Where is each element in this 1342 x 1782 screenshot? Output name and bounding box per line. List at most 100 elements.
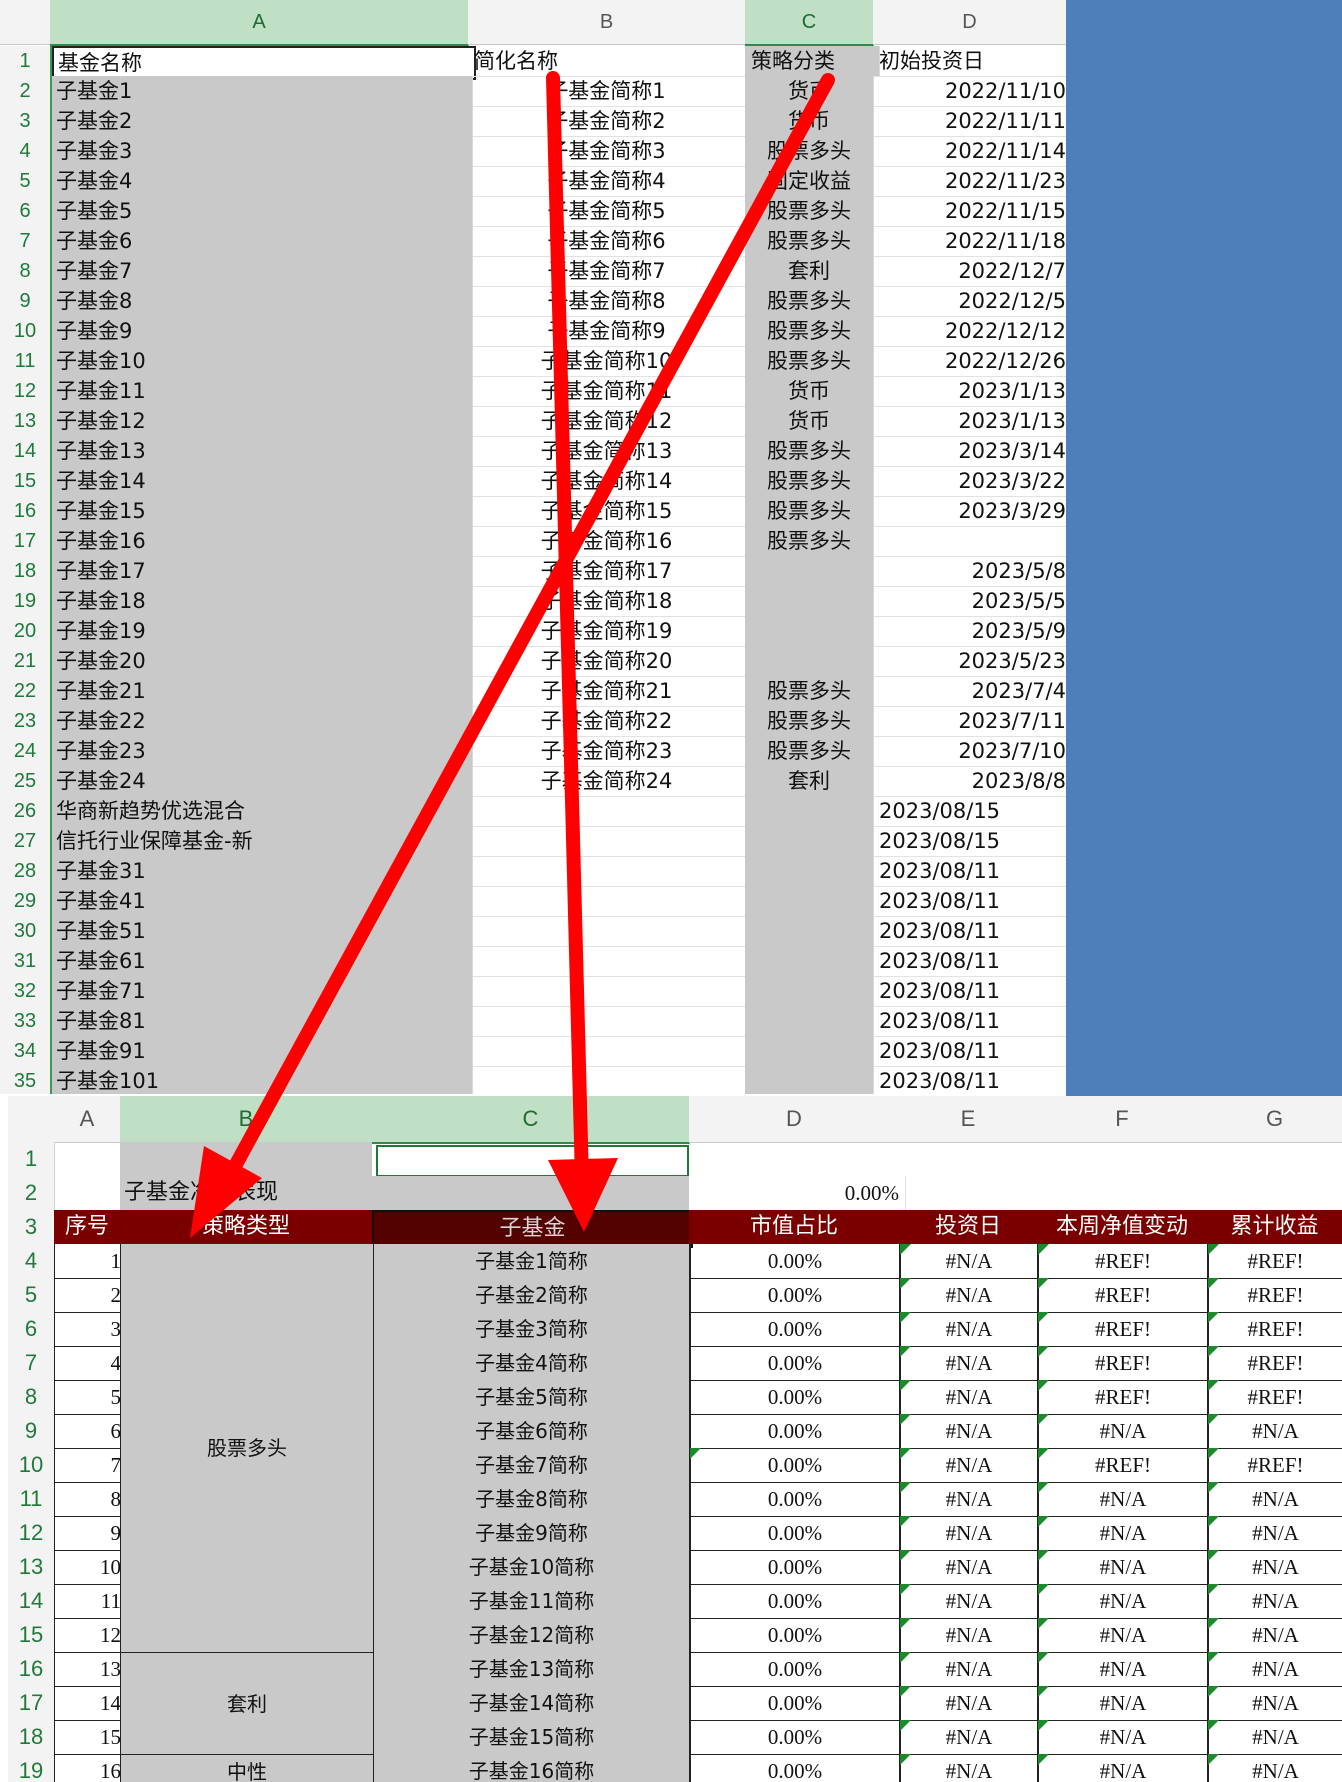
date-cell[interactable]: #N/A: [899, 1618, 1039, 1653]
cell-date[interactable]: 2023/5/8: [873, 556, 1066, 587]
header-cell-date[interactable]: 初始投资日: [873, 46, 1066, 77]
cell-name[interactable]: 子基金21: [52, 676, 473, 707]
row-header[interactable]: 29: [0, 886, 52, 917]
cell-date[interactable]: 2023/08/11: [873, 916, 1066, 947]
cell-name[interactable]: 华商新趋势优选混合: [52, 796, 473, 827]
header-fund[interactable]: 子基金: [372, 1210, 693, 1248]
cell-name[interactable]: 子基金20: [52, 646, 473, 677]
week-cell[interactable]: #REF!: [1037, 1244, 1209, 1279]
cell-date[interactable]: 2023/3/29: [873, 496, 1066, 527]
cell-short[interactable]: 子基金简称20: [468, 646, 746, 677]
cell-strategy[interactable]: [745, 1066, 874, 1094]
seq-cell[interactable]: 8: [54, 1482, 128, 1517]
cell-strategy[interactable]: 套利: [745, 256, 874, 287]
weight-cell[interactable]: 0.00%: [689, 1346, 901, 1381]
lower-row-header[interactable]: 14: [8, 1584, 55, 1619]
cell-strategy[interactable]: 股票多头: [745, 736, 874, 767]
week-cell[interactable]: #N/A: [1037, 1652, 1209, 1687]
cell-date[interactable]: 2023/08/11: [873, 946, 1066, 977]
fund-cell[interactable]: 子基金8简称: [372, 1482, 691, 1517]
weight-cell[interactable]: 0.00%: [689, 1278, 901, 1313]
cell-strategy[interactable]: 股票多头: [745, 346, 874, 377]
cell-short[interactable]: [468, 1006, 746, 1037]
week-cell[interactable]: #REF!: [1037, 1312, 1209, 1347]
cell-short[interactable]: 子基金简称12: [468, 406, 746, 437]
lower-column-header-a[interactable]: A: [54, 1096, 121, 1143]
lower-row-header[interactable]: 5: [8, 1278, 55, 1313]
cell-name[interactable]: 子基金19: [52, 616, 473, 647]
cell-strategy[interactable]: [745, 1006, 874, 1037]
cell-short[interactable]: [468, 976, 746, 1007]
week-cell[interactable]: #N/A: [1037, 1550, 1209, 1585]
lower-title[interactable]: 子基金净值表现: [120, 1176, 376, 1210]
header-cum[interactable]: 累计收益: [1207, 1210, 1342, 1244]
cell-c2[interactable]: [372, 1176, 689, 1210]
lower-row-header[interactable]: 4: [8, 1244, 55, 1279]
lower-row-header[interactable]: 15: [8, 1618, 55, 1653]
cell-name[interactable]: 子基金22: [52, 706, 473, 737]
row-header[interactable]: 35: [0, 1066, 52, 1094]
cell-name[interactable]: 子基金41: [52, 886, 473, 917]
weight-cell[interactable]: 0.00%: [689, 1312, 901, 1347]
cell-short[interactable]: [468, 1066, 746, 1094]
lower-row-header[interactable]: 10: [8, 1448, 55, 1483]
row-header[interactable]: 20: [0, 616, 52, 647]
cum-cell[interactable]: #REF!: [1207, 1380, 1342, 1415]
cell-date[interactable]: 2023/7/4: [873, 676, 1066, 707]
cell-strategy[interactable]: [745, 1036, 874, 1067]
weight-cell[interactable]: 0.00%: [689, 1584, 901, 1619]
cell-strategy[interactable]: 股票多头: [745, 136, 874, 167]
cum-cell[interactable]: #N/A: [1207, 1686, 1342, 1721]
cell-strategy[interactable]: 货币: [745, 376, 874, 407]
weight-cell[interactable]: 0.00%: [689, 1754, 901, 1782]
cell-name[interactable]: 子基金3: [52, 136, 473, 167]
row-header[interactable]: 31: [0, 946, 52, 977]
cum-cell[interactable]: #N/A: [1207, 1652, 1342, 1687]
cell-name[interactable]: 子基金81: [52, 1006, 473, 1037]
weight-cell[interactable]: 0.00%: [689, 1686, 901, 1721]
row-header[interactable]: 7: [0, 226, 52, 257]
row-header[interactable]: 4: [0, 136, 52, 167]
seq-cell[interactable]: 10: [54, 1550, 128, 1585]
cell-short[interactable]: [468, 826, 746, 857]
lower-column-header-e[interactable]: E: [899, 1096, 1038, 1143]
cell-short[interactable]: [468, 1036, 746, 1067]
cell-strategy[interactable]: [745, 916, 874, 947]
cell-name[interactable]: 子基金17: [52, 556, 473, 587]
cell-name[interactable]: 子基金11: [52, 376, 473, 407]
week-cell[interactable]: #REF!: [1037, 1346, 1209, 1381]
cell-short[interactable]: 子基金简称24: [468, 766, 746, 797]
row-header[interactable]: 27: [0, 826, 52, 857]
cell-name[interactable]: 子基金18: [52, 586, 473, 617]
cell-name[interactable]: 子基金1: [52, 76, 473, 107]
week-cell[interactable]: #REF!: [1037, 1278, 1209, 1313]
cell-strategy[interactable]: 股票多头: [745, 316, 874, 347]
cell-date[interactable]: 2023/08/11: [873, 1006, 1066, 1037]
cell-name[interactable]: 子基金61: [52, 946, 473, 977]
cum-cell[interactable]: #N/A: [1207, 1584, 1342, 1619]
cell-short[interactable]: [468, 856, 746, 887]
header-cell-short[interactable]: 简化名称: [468, 46, 752, 77]
cell-name[interactable]: 信托行业保障基金-新: [52, 826, 473, 857]
cum-cell[interactable]: #N/A: [1207, 1414, 1342, 1449]
column-header-b[interactable]: B: [468, 0, 746, 45]
cell-date[interactable]: 2023/7/10: [873, 736, 1066, 767]
column-header-d[interactable]: D: [873, 0, 1066, 45]
cell-short[interactable]: 子基金简称23: [468, 736, 746, 767]
cum-cell[interactable]: #N/A: [1207, 1618, 1342, 1653]
cell-short[interactable]: 子基金简称11: [468, 376, 746, 407]
row-header[interactable]: 18: [0, 556, 52, 587]
cell-strategy[interactable]: [745, 556, 874, 587]
cell-short[interactable]: 子基金简称18: [468, 586, 746, 617]
cell-name[interactable]: 子基金13: [52, 436, 473, 467]
fund-cell[interactable]: 子基金4简称: [372, 1346, 691, 1381]
cell-name[interactable]: 子基金71: [52, 976, 473, 1007]
cell-short[interactable]: [468, 886, 746, 917]
fund-cell[interactable]: 子基金11简称: [372, 1584, 691, 1619]
cum-cell[interactable]: #N/A: [1207, 1720, 1342, 1755]
lower-row-header[interactable]: 7: [8, 1346, 55, 1381]
fund-cell[interactable]: 子基金1简称: [372, 1244, 691, 1279]
seq-cell[interactable]: 9: [54, 1516, 128, 1551]
cell-name[interactable]: 子基金101: [52, 1066, 473, 1094]
seq-cell[interactable]: 11: [54, 1584, 128, 1619]
